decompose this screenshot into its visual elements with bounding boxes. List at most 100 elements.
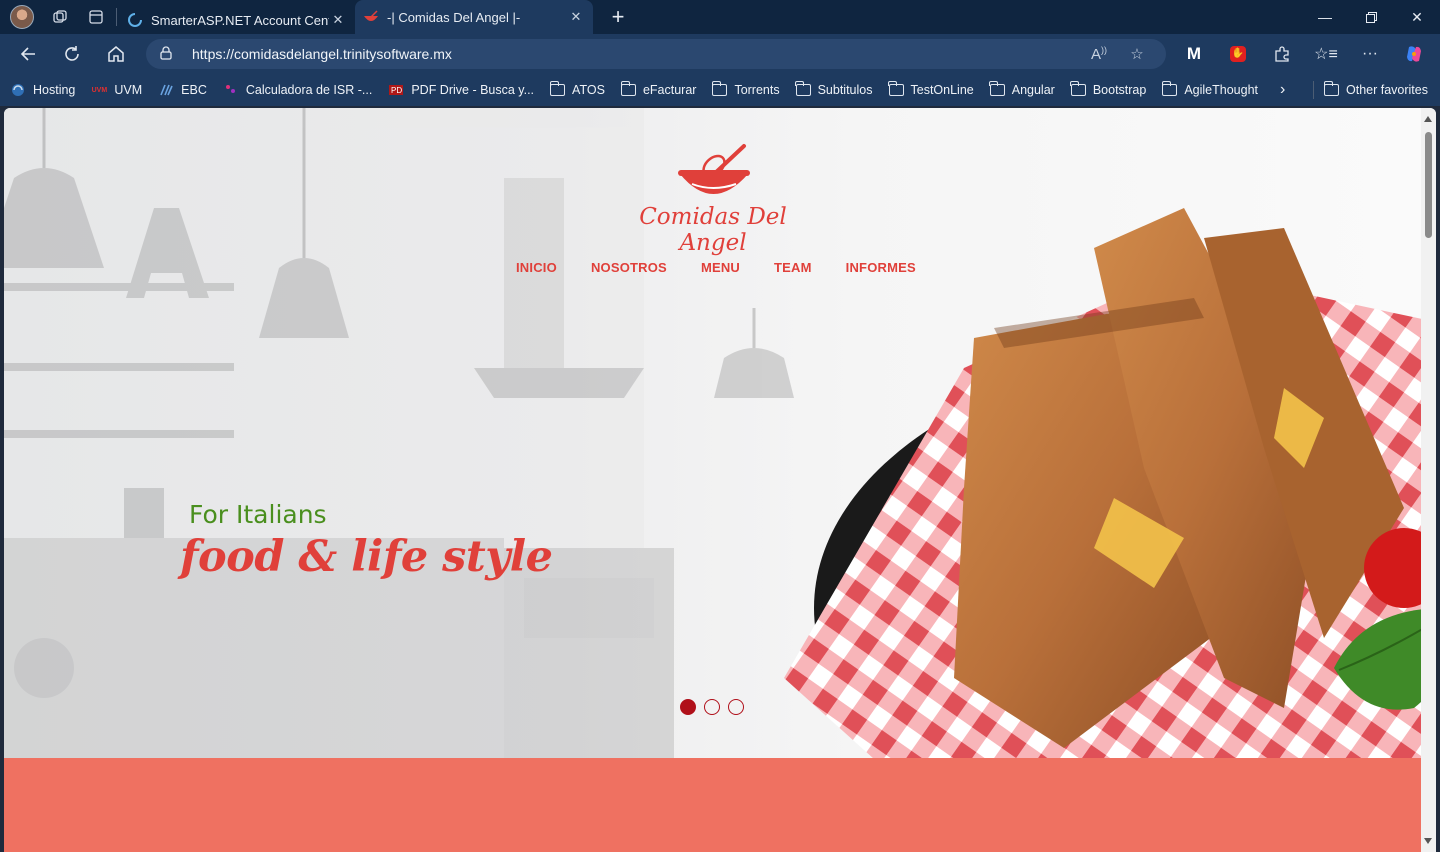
folder-icon [989, 81, 1005, 96]
other-favorites-label: Other favorites [1346, 83, 1428, 97]
svg-text:PD: PD [391, 86, 402, 95]
smarterasp-favicon-icon [127, 12, 143, 28]
folder-icon [1161, 81, 1178, 96]
tab-bar: SmarterASP.NET Account Center ✕ -| Comid… [0, 0, 1440, 34]
refresh-icon[interactable] [50, 36, 94, 72]
scroll-thumb[interactable] [1425, 132, 1432, 238]
lock-icon[interactable] [160, 46, 176, 62]
favorites-icon[interactable]: ☆≡ [1304, 36, 1348, 72]
nav-team[interactable]: TEAM [774, 260, 812, 275]
favorite-star-icon[interactable]: ☆ [1118, 45, 1156, 63]
tab-comidas[interactable]: -| Comidas Del Angel |- ✕ [355, 0, 593, 34]
bookmark-label: ATOS [572, 83, 605, 97]
folder-icon [620, 81, 636, 96]
grilled-sandwich-image [784, 208, 1421, 758]
bookmark-label: eFacturar [642, 83, 697, 97]
bookmark-pdfdrive[interactable]: PD PDF Drive - Busca y... [388, 83, 534, 97]
carousel-indicators [680, 699, 744, 715]
bookmark-folder-testonline[interactable]: TestOnLine [888, 81, 974, 97]
bookmark-label: PDF Drive - Busca y... [411, 83, 535, 97]
bookmark-label: EBC [181, 83, 207, 97]
tab-separator [116, 8, 117, 26]
window-controls: — ✕ [1302, 0, 1440, 34]
bookmark-label: TestOnLine [910, 83, 974, 97]
scroll-up-icon[interactable] [1424, 116, 1432, 122]
hero-slider: Comidas Del Angel INICIO NOSOTROS MENU T… [4, 108, 1421, 758]
carousel-dot-1[interactable] [680, 699, 696, 715]
carousel-dot-2[interactable] [704, 699, 720, 715]
restore-icon[interactable] [1348, 0, 1394, 34]
extensions-area: M ✋ ☆≡ ··· [1172, 34, 1436, 74]
tab-title: -| Comidas Del Angel |- [387, 9, 521, 25]
brand-name: Comidas Del Angel [639, 204, 787, 256]
bookmark-folder-subtitulos[interactable]: Subtitulos [795, 81, 873, 97]
bookmark-uvm[interactable]: UVM UVM [91, 83, 143, 97]
close-window-icon[interactable]: ✕ [1394, 0, 1440, 34]
bookmark-folder-agilethought[interactable]: AgileThought [1161, 81, 1259, 97]
bookmark-hosting[interactable]: Hosting [10, 83, 75, 97]
bookmark-label: Hosting [33, 83, 76, 97]
profile-avatar[interactable] [10, 5, 34, 29]
bookmark-label: Torrents [734, 83, 780, 97]
nav-menu[interactable]: MENU [701, 260, 740, 275]
folder-icon [1323, 81, 1339, 96]
home-icon[interactable] [94, 36, 138, 72]
url-text[interactable]: https://comidasdelangel.trinitysoftware.… [192, 46, 1080, 62]
close-tab-icon[interactable]: ✕ [567, 9, 585, 25]
page-viewport: Comidas Del Angel INICIO NOSOTROS MENU T… [4, 108, 1436, 852]
bookmark-folder-efacturar[interactable]: eFacturar [620, 81, 697, 97]
whisk-bowl-logo-icon [678, 144, 750, 194]
folder-icon [712, 81, 728, 96]
slide-headline: food & life style [180, 532, 553, 582]
folder-icon [1070, 81, 1086, 96]
slide-kicker: For Italians [189, 500, 327, 529]
bookmark-folder-bootstrap[interactable]: Bootstrap [1070, 81, 1147, 97]
uvm-favicon-icon: UVM [91, 86, 108, 94]
bookmark-calculadora[interactable]: Calculadora de ISR -... [223, 83, 372, 97]
bookmark-label: Calculadora de ISR -... [245, 83, 373, 97]
nav-informes[interactable]: INFORMES [846, 260, 916, 275]
carousel-dot-3[interactable] [728, 699, 744, 715]
main-navigation: INICIO NOSOTROS MENU TEAM INFORMES [516, 260, 916, 275]
new-tab-icon[interactable]: + [603, 2, 633, 32]
bookmark-folder-angular[interactable]: Angular [989, 81, 1055, 97]
folder-icon [795, 81, 811, 96]
bookmark-label: UVM [114, 83, 143, 97]
more-menu-icon[interactable]: ··· [1348, 36, 1392, 72]
bookmark-label: Angular [1011, 83, 1055, 97]
folder-icon [549, 81, 566, 96]
nav-inicio[interactable]: INICIO [516, 260, 557, 275]
minimize-icon[interactable]: — [1302, 0, 1348, 34]
tab-smarterasp[interactable]: SmarterASP.NET Account Center ✕ [119, 6, 355, 34]
bookmark-label: Subtitulos [817, 83, 873, 97]
site-logo[interactable]: Comidas Del Angel [608, 140, 818, 256]
read-aloud-icon[interactable]: A)) [1080, 45, 1118, 63]
ebc-favicon-icon [158, 83, 174, 97]
nav-nosotros[interactable]: NOSOTROS [591, 260, 667, 275]
back-arrow-icon[interactable] [6, 36, 50, 72]
copilot-icon[interactable] [1392, 36, 1436, 72]
tab-title: SmarterASP.NET Account Center [151, 12, 329, 28]
more-bookmarks-chevron-icon[interactable]: › [1280, 74, 1285, 106]
vertical-tabs-icon[interactable] [78, 0, 114, 34]
bookmark-folder-atos[interactable]: ATOS [549, 81, 605, 97]
address-bar[interactable]: https://comidasdelangel.trinitysoftware.… [146, 39, 1166, 69]
malwarebytes-extension-icon[interactable]: M [1172, 36, 1216, 72]
extensions-puzzle-icon[interactable] [1260, 36, 1304, 72]
scroll-down-icon[interactable] [1424, 838, 1432, 844]
whisk-bowl-favicon-icon [363, 9, 379, 25]
bookmarks-separator [1313, 81, 1314, 99]
calculadora-favicon-icon [223, 83, 239, 97]
bookmark-folder-torrents[interactable]: Torrents [712, 81, 780, 97]
other-favorites[interactable]: Other favorites [1323, 74, 1428, 106]
browser-toolbar: https://comidasdelangel.trinitysoftware.… [0, 34, 1440, 74]
page-scrollbar[interactable] [1421, 108, 1436, 852]
adblock-extension-icon[interactable]: ✋ [1216, 36, 1260, 72]
hosting-favicon-icon [10, 83, 26, 97]
bookmark-label: AgileThought [1184, 83, 1259, 97]
next-section-band [4, 758, 1421, 852]
bookmark-ebc[interactable]: EBC [158, 83, 207, 97]
close-tab-icon[interactable]: ✕ [329, 12, 347, 28]
workspaces-icon[interactable] [42, 0, 78, 34]
bookmark-label: Bootstrap [1092, 83, 1147, 97]
